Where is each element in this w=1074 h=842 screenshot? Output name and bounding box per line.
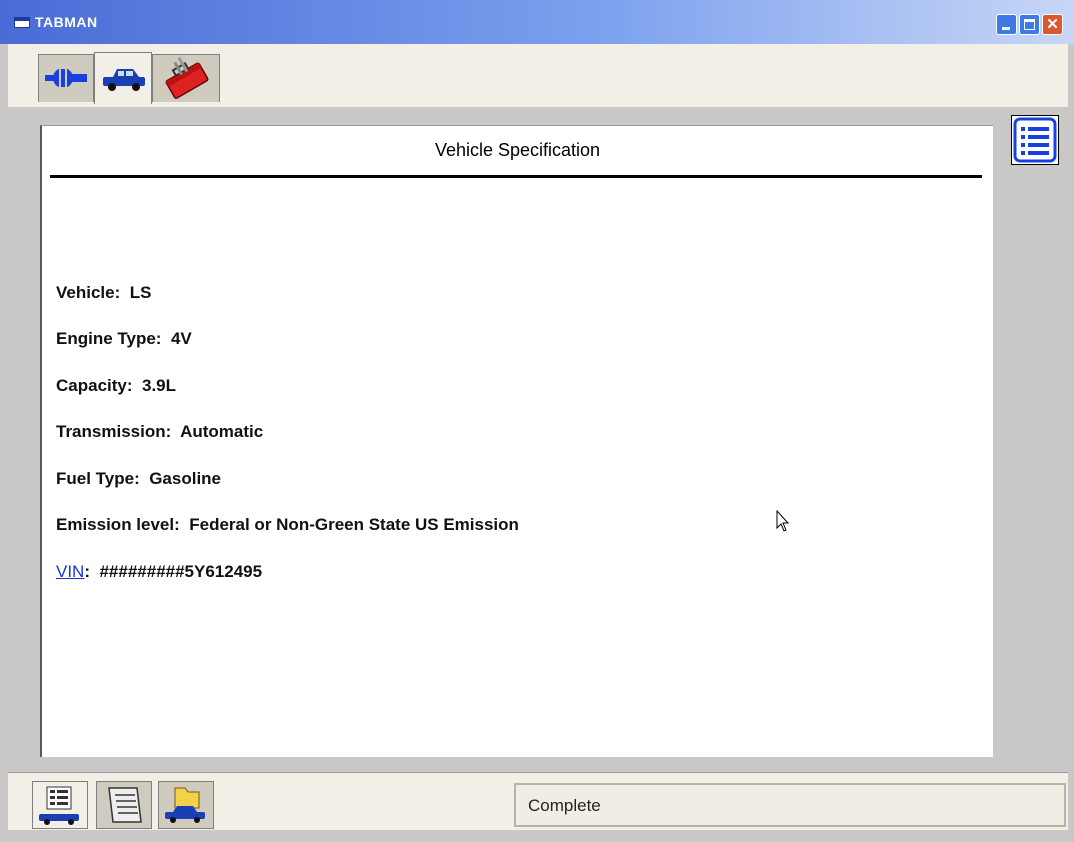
spec-label: Transmission:: [56, 422, 172, 441]
spec-value: LS: [129, 283, 152, 302]
toolbox-icon: [165, 56, 209, 99]
top-tab-strip: [8, 44, 1068, 107]
vehicle-folder-icon: [165, 787, 205, 823]
spec-value: 4V: [170, 329, 192, 348]
list-view-button[interactable]: [1011, 115, 1059, 165]
tab-vehicle[interactable]: [94, 52, 152, 104]
vin-link[interactable]: VIN: [56, 562, 84, 581]
spec-label: Fuel Type:: [56, 469, 140, 488]
list-icon: [1013, 117, 1057, 163]
vin-separator: :: [84, 562, 91, 581]
status-box: Complete: [514, 783, 1066, 827]
window-frame-bottom: [0, 830, 1074, 842]
spec-label: Capacity:: [56, 376, 133, 395]
bottom-bar: Complete: [8, 772, 1068, 831]
tab-connect[interactable]: [38, 54, 94, 102]
maximize-button[interactable]: [1019, 14, 1040, 35]
spec-row-vehicle: Vehicle: LS: [56, 283, 151, 303]
spec-value: Automatic: [180, 422, 264, 441]
spec-label: Engine Type:: [56, 329, 162, 348]
title-divider: [50, 175, 982, 178]
bottom-tab-document[interactable]: [96, 781, 152, 829]
bottom-tab-vehicle-folder[interactable]: [158, 781, 214, 829]
window-icon: [14, 17, 30, 28]
spec-label: Vehicle:: [56, 283, 121, 302]
title-bar: TABMAN ✕: [0, 0, 1074, 44]
vehicle-data-icon: [39, 786, 79, 825]
spec-value: 3.9L: [141, 376, 177, 395]
vin-value: #########5Y612495: [99, 562, 263, 581]
close-button[interactable]: ✕: [1042, 14, 1063, 35]
connector-icon: [45, 68, 87, 88]
document-scroll-icon: [108, 787, 142, 823]
page-title: Vehicle Specification: [434, 140, 601, 160]
vehicle-spec-panel: Vehicle Specification Vehicle: LS Engine…: [40, 125, 993, 757]
spec-row-capacity: Capacity: 3.9L: [56, 376, 176, 396]
spec-row-emission-level: Emission level: Federal or Non-Green Sta…: [56, 515, 519, 535]
spec-row-fuel-type: Fuel Type: Gasoline: [56, 469, 221, 489]
spec-value: Federal or Non-Green State US Emission: [189, 515, 519, 534]
status-text: Complete: [528, 796, 601, 815]
tab-toolbox[interactable]: [152, 54, 220, 102]
minimize-button[interactable]: [996, 14, 1017, 35]
spec-value: Gasoline: [149, 469, 222, 488]
spec-row-engine-type: Engine Type: 4V: [56, 329, 192, 349]
spec-label: Emission level:: [56, 515, 180, 534]
mouse-cursor-icon: [776, 510, 790, 532]
spec-row-vin: VIN: #########5Y612495: [56, 562, 262, 582]
vehicle-icon: [103, 69, 145, 91]
window-title: TABMAN: [35, 14, 98, 30]
spec-row-transmission: Transmission: Automatic: [56, 422, 263, 442]
bottom-tab-vehicle-data[interactable]: [32, 781, 88, 829]
